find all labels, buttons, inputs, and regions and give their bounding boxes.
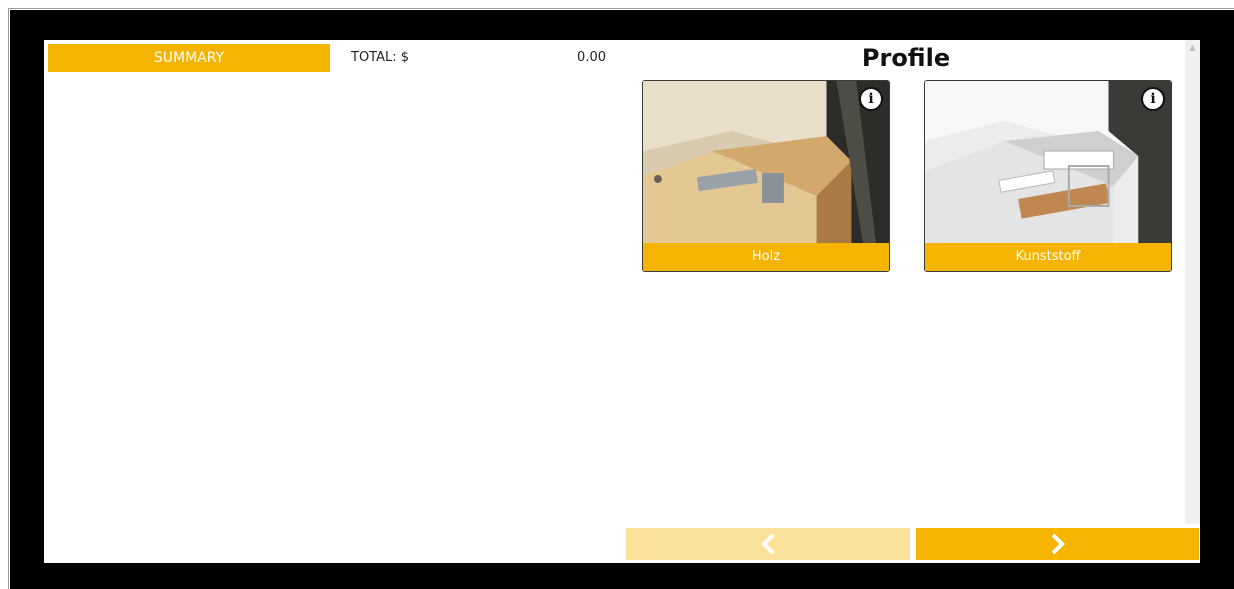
configurator-content: SUMMARY TOTAL: $ 0.00 Profile i Holz i K… (44, 40, 1200, 563)
next-button[interactable] (916, 528, 1199, 560)
option-card-holz[interactable]: i Holz (642, 80, 890, 272)
previous-button[interactable] (626, 528, 910, 560)
summary-button[interactable]: SUMMARY (48, 44, 330, 72)
chevron-right-icon (1051, 533, 1065, 555)
option-label-kunststoff: Kunststoff (925, 243, 1171, 271)
total-label: TOTAL: $ (351, 50, 410, 65)
total-value: 0.00 (577, 50, 606, 65)
option-label-holz: Holz (643, 243, 889, 271)
vertical-scrollbar[interactable]: ▲ (1185, 40, 1200, 524)
chevron-left-icon (761, 533, 775, 555)
holz-profile-image (643, 81, 889, 244)
kunststoff-profile-image (925, 81, 1171, 244)
page-title: Profile (861, 44, 951, 72)
info-icon[interactable]: i (859, 87, 883, 111)
scroll-up-icon[interactable]: ▲ (1185, 42, 1200, 54)
info-icon[interactable]: i (1141, 87, 1165, 111)
option-card-kunststoff[interactable]: i Kunststoff (924, 80, 1172, 272)
